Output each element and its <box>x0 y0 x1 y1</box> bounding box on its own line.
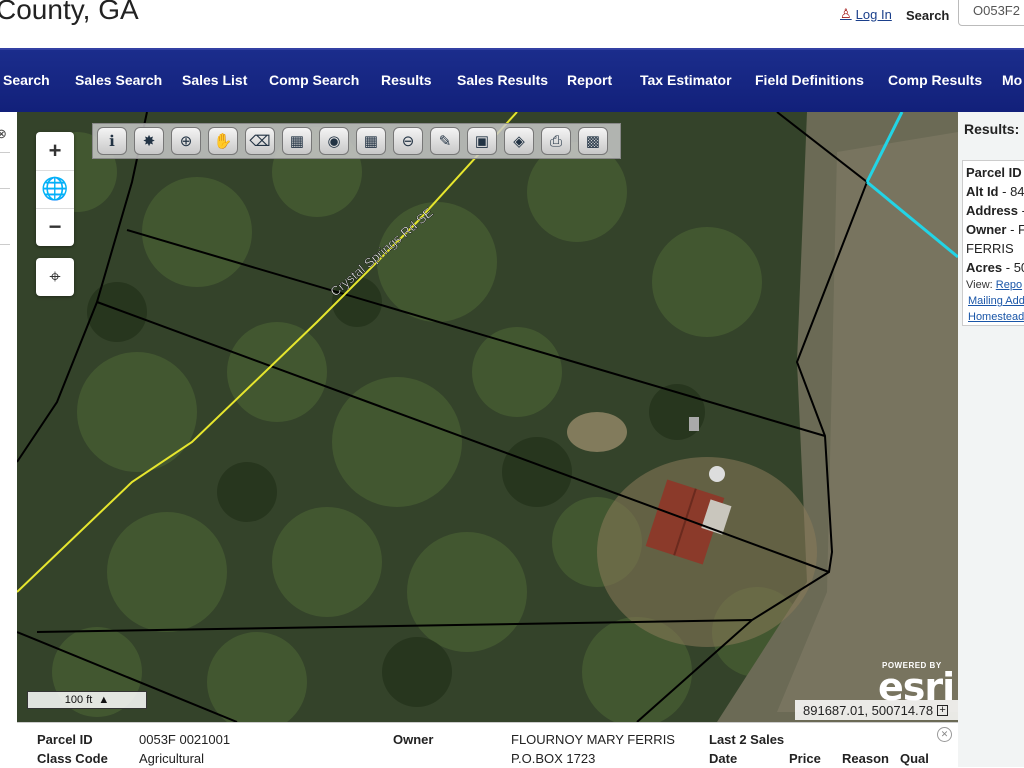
sales-reason-header: Reason <box>842 751 889 766</box>
shed <box>709 466 725 482</box>
coordinate-readout: 891687.01, 500714.78 + <box>795 700 958 720</box>
site-header: County, GA ♙ Log In Search O053F2 <box>0 0 1024 48</box>
search-input[interactable]: O053F2 <box>958 0 1024 26</box>
login-label[interactable]: Log In <box>856 7 892 22</box>
last-sales-label: Last 2 Sales <box>709 732 785 747</box>
header-search-link[interactable]: Search <box>906 8 949 23</box>
globe-home-button[interactable]: 🌐 <box>36 170 74 209</box>
sliver-divider <box>0 152 10 153</box>
nav-sales-list[interactable]: Sales List <box>182 72 247 88</box>
close-left-panel-icon[interactable]: ⊗ <box>0 126 7 142</box>
nav-sales-results[interactable]: Sales Results <box>457 72 548 88</box>
zoom-out-tool-icon[interactable]: ⊖ <box>393 127 423 155</box>
buffer-icon[interactable]: ◉ <box>319 127 349 155</box>
sales-date-header: Date <box>709 751 738 766</box>
result-parcel-id: Parcel ID <box>966 165 1022 180</box>
map-toolbar: ℹ ✸ ⊕ ✋ ⌫ ▦ ◉ ▦ ⊖ ✎ ▣ ◈ ⎙ ▩ <box>92 123 621 159</box>
homestead-link[interactable]: Homestead <box>968 309 1024 325</box>
select-icon[interactable]: ▦ <box>282 127 312 155</box>
result-address: Address - <box>966 203 1024 218</box>
result-acres: Acres - 50 <box>966 260 1024 275</box>
close-panel-icon[interactable]: ✕ <box>937 727 952 742</box>
nav-more[interactable]: Mo <box>1002 72 1022 88</box>
zoom-in-tool-icon[interactable]: ⊕ <box>171 127 201 155</box>
nav-search[interactable]: Search <box>3 72 50 88</box>
sales-qual-header: Qual <box>900 751 929 766</box>
scale-bar: 100 ft ▲ <box>27 691 147 709</box>
sliver-divider <box>0 188 10 189</box>
result-owner: Owner - F <box>966 222 1024 237</box>
view-report-link[interactable]: Repo <box>996 279 1022 291</box>
nav-comp-search[interactable]: Comp Search <box>269 72 359 88</box>
result-alt-id: Alt Id - 84 <box>966 184 1024 199</box>
aerial-imagery[interactable]: Crystal Springs Rd SE <box>17 112 958 722</box>
main-nav: Search Sales Search Sales List Comp Sear… <box>0 48 1024 112</box>
info-icon[interactable]: ℹ <box>97 127 127 155</box>
login-link[interactable]: ♙ Log In <box>840 6 892 22</box>
mailing-address-link[interactable]: Mailing Add <box>968 293 1024 309</box>
user-icon: ♙ <box>840 6 852 21</box>
eraser-icon[interactable]: ⌫ <box>245 127 275 155</box>
expand-coords-icon[interactable]: + <box>937 704 949 716</box>
measure-icon[interactable]: ▦ <box>356 127 386 155</box>
nav-results[interactable]: Results <box>381 72 432 88</box>
sales-price-header: Price <box>789 751 821 766</box>
result-view: View: Repo <box>966 279 1023 291</box>
scale-label: 100 ft <box>64 694 93 706</box>
print-map-icon[interactable]: ▣ <box>467 127 497 155</box>
owner-name: FLOURNOY MARY FERRIS <box>511 732 675 747</box>
zoom-out-button[interactable]: − <box>36 208 74 246</box>
parcel-id-value: 0053F 0021001 <box>139 732 231 747</box>
results-title: Results: <box>964 121 1020 137</box>
printer-icon[interactable]: ⎙ <box>541 127 571 155</box>
pan-hand-icon[interactable]: ✋ <box>208 127 238 155</box>
result-card[interactable]: Parcel ID Alt Id - 84 Address - Owner - … <box>962 160 1024 326</box>
nav-sales-search[interactable]: Sales Search <box>75 72 162 88</box>
outbuilding <box>689 417 699 431</box>
map-view[interactable]: Crystal Springs Rd SE <box>17 112 958 722</box>
class-code-label: Class Code <box>37 751 108 766</box>
nav-report[interactable]: Report <box>567 72 612 88</box>
owner-address: P.O.BOX 1723 <box>511 751 596 766</box>
identify-icon[interactable]: ✸ <box>134 127 164 155</box>
class-code-value: Agricultural <box>139 751 205 766</box>
left-panel-sliver <box>0 112 18 767</box>
nav-tax-estimator[interactable]: Tax Estimator <box>640 72 732 88</box>
locate-crosshair-button[interactable]: ⌖ <box>36 258 74 296</box>
parcel-info-panel: Parcel ID 0053F 0021001 Class Code Agric… <box>17 722 958 768</box>
scale-arrow-icon: ▲ <box>98 694 110 706</box>
nav-field-definitions[interactable]: Field Definitions <box>755 72 864 88</box>
sliver-divider <box>0 244 10 245</box>
save-icon[interactable]: ▩ <box>578 127 608 155</box>
results-panel: Results: Parcel ID Alt Id - 84 Address -… <box>958 112 1024 767</box>
owner-label: Owner <box>393 732 434 747</box>
zoom-controls: + 🌐 − <box>36 132 74 246</box>
coordinate-value: 891687.01, 500714.78 <box>803 702 934 718</box>
result-owner-line2: FERRIS <box>966 241 1014 256</box>
zoom-in-button[interactable]: + <box>36 132 74 171</box>
nav-comp-results[interactable]: Comp Results <box>888 72 982 88</box>
clearing-patch <box>567 412 627 452</box>
clearing <box>597 457 817 647</box>
draw-pencil-icon[interactable]: ✎ <box>430 127 460 155</box>
county-title: County, GA <box>0 0 139 25</box>
parcel-id-label: Parcel ID <box>37 732 93 747</box>
layers-icon[interactable]: ◈ <box>504 127 534 155</box>
